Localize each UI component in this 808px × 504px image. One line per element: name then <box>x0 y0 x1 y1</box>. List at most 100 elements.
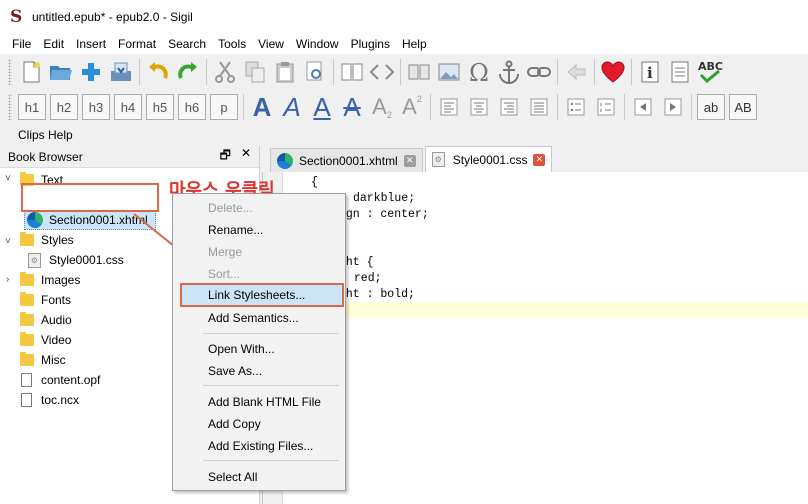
expand-images-icon[interactable]: › <box>6 274 9 285</box>
paste-icon[interactable] <box>270 57 300 87</box>
tree-item-styles[interactable]: Styles <box>20 230 74 250</box>
split-icon[interactable] <box>404 57 434 87</box>
tree-item-label: Video <box>41 333 72 347</box>
toolbar-grip[interactable] <box>8 59 12 85</box>
heading-h5-button[interactable]: h5 <box>146 94 174 120</box>
folder-icon <box>20 332 34 346</box>
save-icon[interactable] <box>106 57 136 87</box>
new-file-icon[interactable] <box>16 57 46 87</box>
uppercase-button[interactable]: AB <box>729 94 757 120</box>
context-select-all[interactable]: Select All <box>174 467 344 487</box>
edge-browser-icon <box>27 212 43 228</box>
menu-search[interactable]: Search <box>162 34 212 54</box>
strikethrough-icon[interactable]: A <box>337 92 367 123</box>
expand-styles-icon[interactable]: ˅ <box>5 236 11 247</box>
toolbar-separator <box>206 59 207 85</box>
heading-h3-button[interactable]: h3 <box>82 94 110 120</box>
cut-icon[interactable] <box>210 57 240 87</box>
tree-item-audio[interactable]: Audio <box>20 310 72 330</box>
tree-item-toc-ncx[interactable]: toc.ncx <box>21 390 79 410</box>
heading-h4-button[interactable]: h4 <box>114 94 142 120</box>
bullet-list-icon[interactable] <box>561 92 591 122</box>
tree-item-video[interactable]: Video <box>20 330 71 350</box>
book-view-icon[interactable] <box>337 57 367 87</box>
menu-tools[interactable]: Tools <box>212 34 252 54</box>
subscript-icon[interactable]: A 2 <box>367 94 397 120</box>
metadata-list-icon[interactable] <box>665 57 695 87</box>
toolbar-separator <box>557 94 558 120</box>
tree-item-style0001[interactable]: ⚙ Style0001.css <box>28 250 124 270</box>
justify-icon[interactable] <box>524 92 554 122</box>
toolbar-separator <box>691 94 692 120</box>
clips-help-label[interactable]: Clips Help <box>4 124 73 146</box>
tab-label: Style0001.css <box>452 152 528 167</box>
heading-h1-button[interactable]: h1 <box>18 94 46 120</box>
context-add-copy[interactable]: Add Copy <box>174 414 344 434</box>
redo-icon[interactable] <box>173 57 203 87</box>
link-icon[interactable] <box>524 57 554 87</box>
back-arrow-icon[interactable] <box>561 57 591 87</box>
context-separator <box>203 333 339 334</box>
lowercase-button[interactable]: ab <box>697 94 725 120</box>
tab-close-icon[interactable]: ✕ <box>403 154 416 167</box>
formatting-toolbar: h1 h2 h3 h4 h5 h6 p A A A A A 2 A 2 ab A… <box>0 90 808 124</box>
insert-image-icon[interactable] <box>434 57 464 87</box>
tab-section0001-xhtml[interactable]: Section0001.xhtml ✕ <box>270 148 423 172</box>
context-merge[interactable]: Merge <box>174 242 344 262</box>
context-add-existing-files[interactable]: Add Existing Files... <box>174 436 344 456</box>
numbered-list-icon[interactable] <box>591 92 621 122</box>
menu-file[interactable]: File <box>6 34 37 54</box>
heading-h6-button[interactable]: h6 <box>178 94 206 120</box>
align-left-icon[interactable] <box>434 92 464 122</box>
tab-style0001-css[interactable]: ⚙ Style0001.css ✕ <box>424 146 553 172</box>
heart-icon[interactable] <box>598 57 628 87</box>
menu-view[interactable]: View <box>252 34 290 54</box>
heading-h2-button[interactable]: h2 <box>50 94 78 120</box>
context-link-stylesheets[interactable]: Link Stylesheets... <box>180 283 344 307</box>
menu-format[interactable]: Format <box>112 34 162 54</box>
context-add-blank-html[interactable]: Add Blank HTML File <box>174 392 344 412</box>
context-save-as[interactable]: Save As... <box>174 361 344 381</box>
close-dock-icon[interactable]: ✕ <box>241 146 251 167</box>
copy-icon[interactable] <box>240 57 270 87</box>
float-dock-icon[interactable]: 🗗 <box>220 146 231 167</box>
info-icon[interactable]: i <box>635 57 665 87</box>
expand-text-icon[interactable]: ˅ <box>5 173 11 184</box>
decrease-indent-icon[interactable] <box>628 92 658 122</box>
print-preview-icon[interactable] <box>300 57 330 87</box>
context-delete[interactable]: Delete... <box>174 198 344 218</box>
italic-icon[interactable]: A <box>277 92 307 123</box>
toolbar-grip[interactable] <box>8 94 12 120</box>
tree-item-content-opf[interactable]: content.opf <box>21 370 100 390</box>
undo-icon[interactable] <box>143 57 173 87</box>
file-icon <box>21 393 32 407</box>
increase-indent-icon[interactable] <box>658 92 688 122</box>
menu-plugins[interactable]: Plugins <box>345 34 396 54</box>
tree-item-fonts[interactable]: Fonts <box>20 290 71 310</box>
menu-insert[interactable]: Insert <box>70 34 112 54</box>
tree-item-misc[interactable]: Misc <box>20 350 66 370</box>
open-folder-icon[interactable] <box>46 57 76 87</box>
code-view-icon[interactable] <box>367 57 397 87</box>
spellcheck-icon[interactable]: ABC <box>695 57 725 87</box>
underline-icon[interactable]: A <box>307 92 337 123</box>
tree-item-label: Fonts <box>41 293 72 307</box>
context-sort[interactable]: Sort... <box>174 264 344 284</box>
bold-icon[interactable]: A <box>247 92 277 123</box>
context-rename[interactable]: Rename... <box>174 220 344 240</box>
menu-help[interactable]: Help <box>396 34 433 54</box>
align-right-icon[interactable] <box>494 92 524 122</box>
paragraph-button[interactable]: p <box>210 94 238 120</box>
tab-close-icon[interactable]: ✕ <box>533 153 546 166</box>
context-open-with[interactable]: Open With... <box>174 339 344 359</box>
align-center-icon[interactable] <box>464 92 494 122</box>
add-icon[interactable] <box>76 57 106 87</box>
tree-item-images[interactable]: Images <box>20 270 80 290</box>
menu-edit[interactable]: Edit <box>37 34 70 54</box>
context-add-semantics[interactable]: Add Semantics... <box>174 308 344 328</box>
anchor-icon[interactable] <box>494 57 524 87</box>
omega-special-char-icon[interactable]: Ω <box>464 57 494 87</box>
folder-icon <box>20 272 34 286</box>
superscript-icon[interactable]: A 2 <box>397 94 427 120</box>
menu-window[interactable]: Window <box>290 34 345 54</box>
